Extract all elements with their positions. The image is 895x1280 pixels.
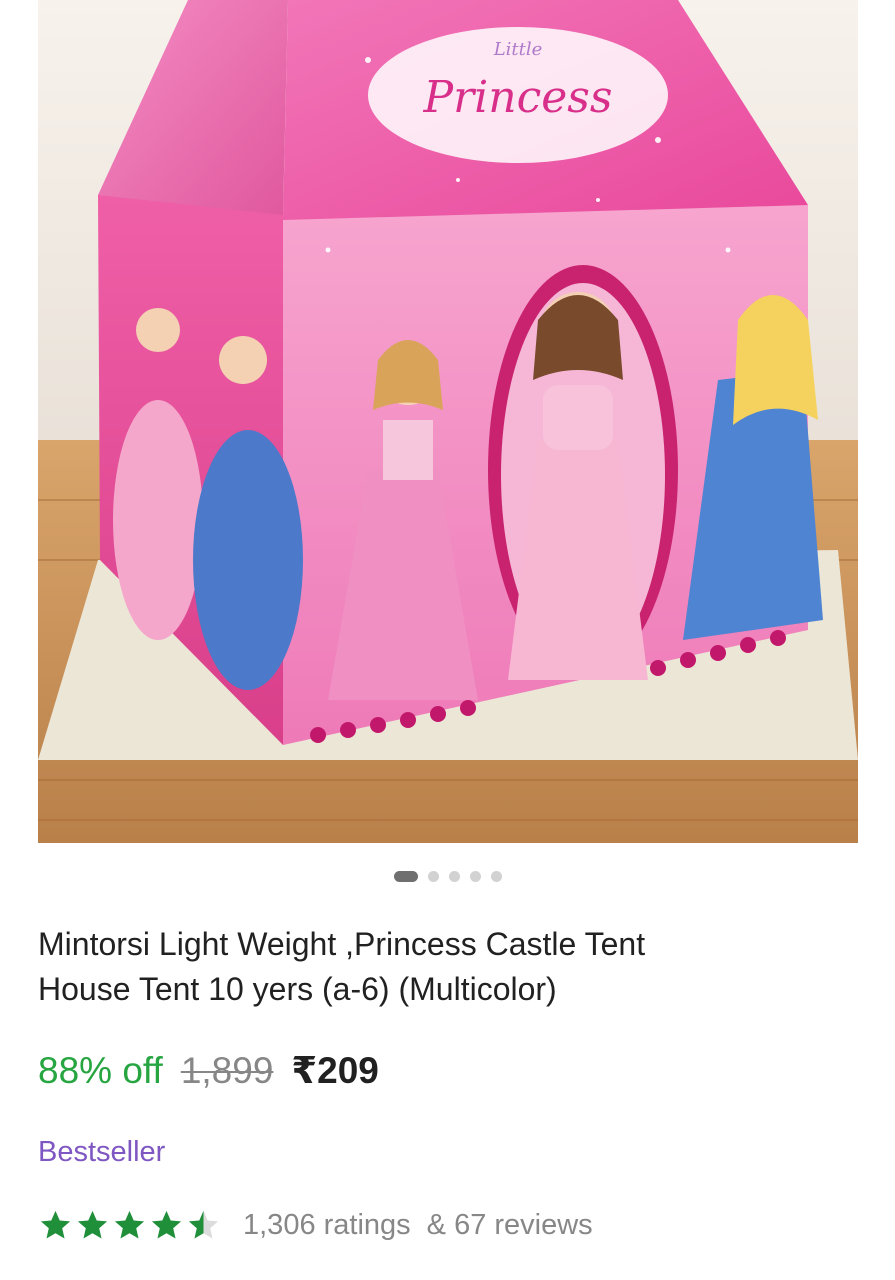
svg-text:Little: Little <box>493 39 543 60</box>
discount-label: 88% off <box>38 1050 163 1091</box>
product-title-line-1: Mintorsi Light Weight ,Princess Castle T… <box>38 926 646 962</box>
rating-row[interactable]: 1,306 ratings & 67 reviews <box>38 1208 593 1243</box>
tent-illustration: Princess Little <box>38 0 858 843</box>
ratings-count: 1,306 ratings <box>243 1209 411 1241</box>
carousel-dot-4[interactable] <box>469 871 481 882</box>
carousel-dot-2[interactable] <box>427 871 439 882</box>
product-image[interactable]: Princess Little <box>38 0 858 843</box>
star-full-icon <box>77 1210 108 1239</box>
star-half-icon <box>188 1210 219 1239</box>
bestseller-badge: Bestseller <box>38 1136 166 1168</box>
tent-logo-text: Princess <box>423 72 613 123</box>
reviews-count: & 67 reviews <box>426 1209 593 1241</box>
carousel-dot-1[interactable] <box>393 871 418 882</box>
original-price: 1,899 <box>180 1050 274 1091</box>
price-row: 88% off 1,899 ₹209 <box>38 1048 379 1094</box>
carousel-dot-3[interactable] <box>448 871 460 882</box>
star-rating <box>38 1208 221 1243</box>
selling-price: ₹209 <box>291 1050 379 1091</box>
carousel-dot-5[interactable] <box>490 871 502 882</box>
image-carousel-indicator[interactable] <box>0 871 895 882</box>
star-full-icon <box>114 1210 145 1239</box>
star-full-icon <box>151 1210 182 1239</box>
star-full-icon <box>40 1210 71 1239</box>
product-title-line-2: House Tent 10 yers (a-6) (Multicolor) <box>38 971 557 1007</box>
product-title: Mintorsi Light Weight ,Princess Castle T… <box>38 922 858 1012</box>
